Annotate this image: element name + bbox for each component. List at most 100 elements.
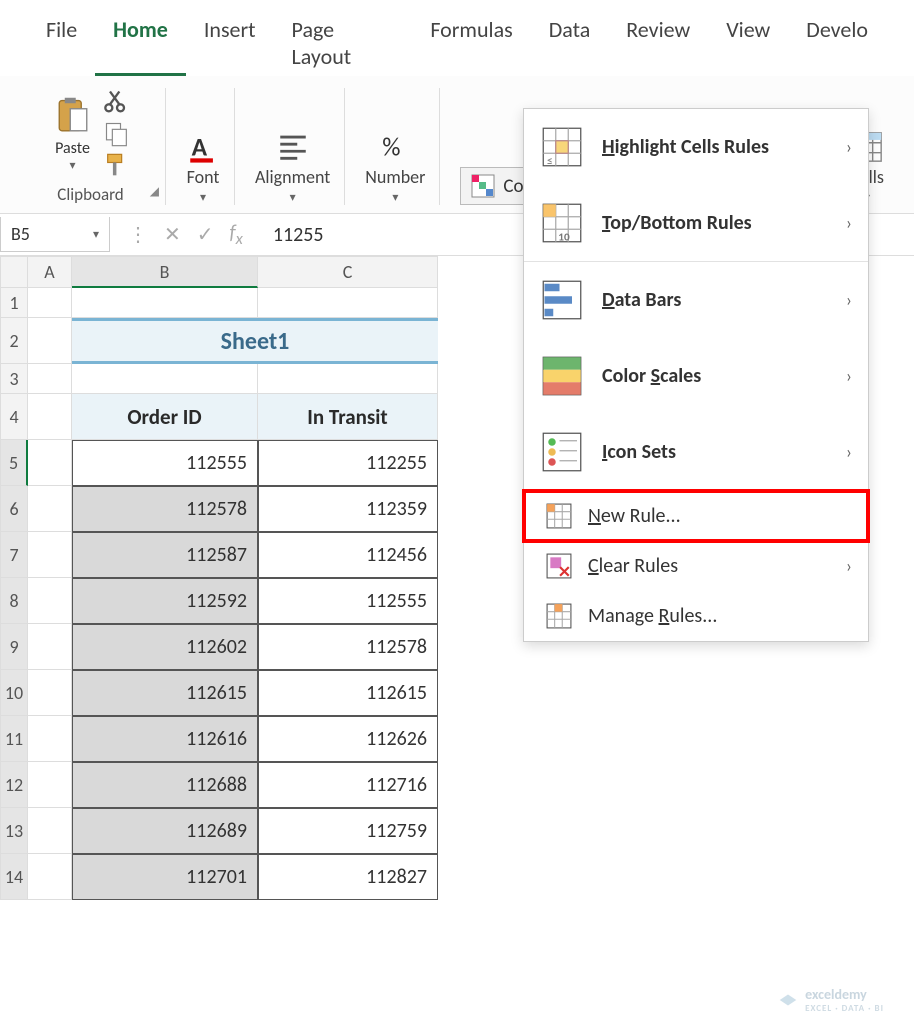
group-clipboard: Paste ▾ Clipboard ◢	[16, 88, 166, 205]
cell-in-transit[interactable]: 112626	[258, 716, 438, 762]
cell[interactable]	[28, 440, 72, 486]
row-header[interactable]: 5	[0, 440, 28, 486]
col-header-C[interactable]: C	[258, 256, 438, 288]
row-header[interactable]: 6	[0, 486, 28, 532]
table-header-in-transit[interactable]: In Transit	[258, 394, 438, 440]
row-header[interactable]: 9	[0, 624, 28, 670]
row-header[interactable]: 1	[0, 288, 28, 318]
cell[interactable]	[28, 854, 72, 900]
col-header-B[interactable]: B	[72, 256, 258, 288]
row-header[interactable]: 2	[0, 318, 28, 364]
cell-order-id[interactable]: 112587	[72, 532, 258, 578]
row-header[interactable]: 11	[0, 716, 28, 762]
cell[interactable]	[28, 762, 72, 808]
cell-order-id[interactable]: 112592	[72, 578, 258, 624]
table-header-order-id[interactable]: Order ID	[72, 394, 258, 440]
cell-in-transit[interactable]: 112615	[258, 670, 438, 716]
row-header[interactable]: 7	[0, 532, 28, 578]
cell-in-transit[interactable]: 112759	[258, 808, 438, 854]
menu-top-bottom-rules[interactable]: 10 Top/Bottom Rules ›	[524, 185, 868, 261]
cell[interactable]	[28, 808, 72, 854]
menu-new-rule[interactable]: New Rule...	[524, 491, 868, 541]
cancel-icon[interactable]: ✕	[164, 222, 181, 247]
cell-in-transit[interactable]: 112578	[258, 624, 438, 670]
menu-label: Top/Bottom Rules	[602, 211, 752, 235]
fx-icon[interactable]: fx	[230, 221, 243, 249]
tab-view[interactable]: View	[708, 10, 788, 76]
cut-icon[interactable]	[103, 88, 131, 116]
cell[interactable]	[28, 716, 72, 762]
cell-order-id[interactable]: 112688	[72, 762, 258, 808]
number-button[interactable]: % Number▾	[365, 130, 425, 205]
tab-formulas[interactable]: Formulas	[412, 10, 530, 76]
cell-order-id[interactable]: 112615	[72, 670, 258, 716]
cell[interactable]	[28, 486, 72, 532]
cell-in-transit[interactable]: 112255	[258, 440, 438, 486]
menu-color-scales[interactable]: Color Scales ›	[524, 338, 868, 414]
font-button[interactable]: A Font▾	[186, 130, 220, 205]
enter-icon[interactable]: ✓	[197, 222, 214, 247]
data-bars-icon	[542, 280, 582, 320]
cf-icon	[471, 174, 495, 198]
tab-developer[interactable]: Develo	[788, 10, 886, 76]
tab-review[interactable]: Review	[608, 10, 708, 76]
cell-in-transit[interactable]: 112456	[258, 532, 438, 578]
watermark: exceldemy EXCEL · DATA · BI	[777, 986, 884, 1014]
paste-icon	[51, 95, 95, 139]
cell-in-transit[interactable]: 112359	[258, 486, 438, 532]
cell-order-id[interactable]: 112689	[72, 808, 258, 854]
cell[interactable]	[28, 532, 72, 578]
icon-sets-icon	[542, 432, 582, 472]
paste-button[interactable]: Paste ▾	[51, 95, 95, 173]
tab-data[interactable]: Data	[531, 10, 609, 76]
menu-label: New Rule...	[588, 504, 681, 528]
tab-insert[interactable]: Insert	[186, 10, 274, 76]
row-header[interactable]: 14	[0, 854, 28, 900]
chevron-right-icon: ›	[846, 289, 852, 311]
menu-data-bars[interactable]: Data Bars ›	[524, 262, 868, 338]
row-header[interactable]: 3	[0, 364, 28, 394]
cell-order-id[interactable]: 112555	[72, 440, 258, 486]
name-box[interactable]: B5▾	[0, 217, 110, 252]
row-header[interactable]: 4	[0, 394, 28, 440]
cell-in-transit[interactable]: 112827	[258, 854, 438, 900]
cell[interactable]	[28, 578, 72, 624]
ribbon-tabs: File Home Insert Page Layout Formulas Da…	[0, 0, 914, 76]
tab-file[interactable]: File	[28, 10, 95, 76]
highlight-cells-icon: ≤	[542, 127, 582, 167]
formula-input[interactable]: 11255	[261, 223, 324, 247]
clear-rules-icon	[546, 553, 572, 579]
top-bottom-icon: 10	[542, 203, 582, 243]
menu-manage-rules[interactable]: Manage Rules...	[524, 591, 868, 641]
alignment-button[interactable]: Alignment▾	[255, 130, 330, 205]
svg-text:%: %	[383, 132, 401, 163]
alignment-icon	[276, 130, 310, 164]
chevron-right-icon: ›	[846, 441, 852, 463]
menu-highlight-cells-rules[interactable]: ≤ Highlight Cells Rules ›	[524, 109, 868, 185]
cell-order-id[interactable]: 112616	[72, 716, 258, 762]
tab-page-layout[interactable]: Page Layout	[274, 10, 413, 76]
cell-order-id[interactable]: 112602	[72, 624, 258, 670]
select-all-corner[interactable]	[0, 256, 28, 288]
watermark-icon	[777, 989, 799, 1011]
row-header[interactable]: 10	[0, 670, 28, 716]
menu-clear-rules[interactable]: Clear Rules ›	[524, 541, 868, 591]
clipboard-dialog-launcher[interactable]: ◢	[150, 184, 159, 199]
row-header[interactable]: 8	[0, 578, 28, 624]
cell-in-transit[interactable]: 112555	[258, 578, 438, 624]
copy-icon[interactable]	[103, 120, 131, 148]
tab-home[interactable]: Home	[95, 10, 186, 76]
menu-icon-sets[interactable]: Icon Sets ›	[524, 414, 868, 490]
sheet-title-cell[interactable]: Sheet1	[72, 318, 438, 364]
col-header-A[interactable]: A	[28, 256, 72, 288]
menu-label: Manage Rules...	[588, 604, 717, 628]
cell-in-transit[interactable]: 112716	[258, 762, 438, 808]
row-header[interactable]: 12	[0, 762, 28, 808]
cell[interactable]	[28, 624, 72, 670]
row-header[interactable]: 13	[0, 808, 28, 854]
group-number: % Number▾	[351, 88, 440, 205]
cell-order-id[interactable]: 112701	[72, 854, 258, 900]
format-painter-icon[interactable]	[103, 152, 131, 180]
cell-order-id[interactable]: 112578	[72, 486, 258, 532]
cell[interactable]	[28, 670, 72, 716]
